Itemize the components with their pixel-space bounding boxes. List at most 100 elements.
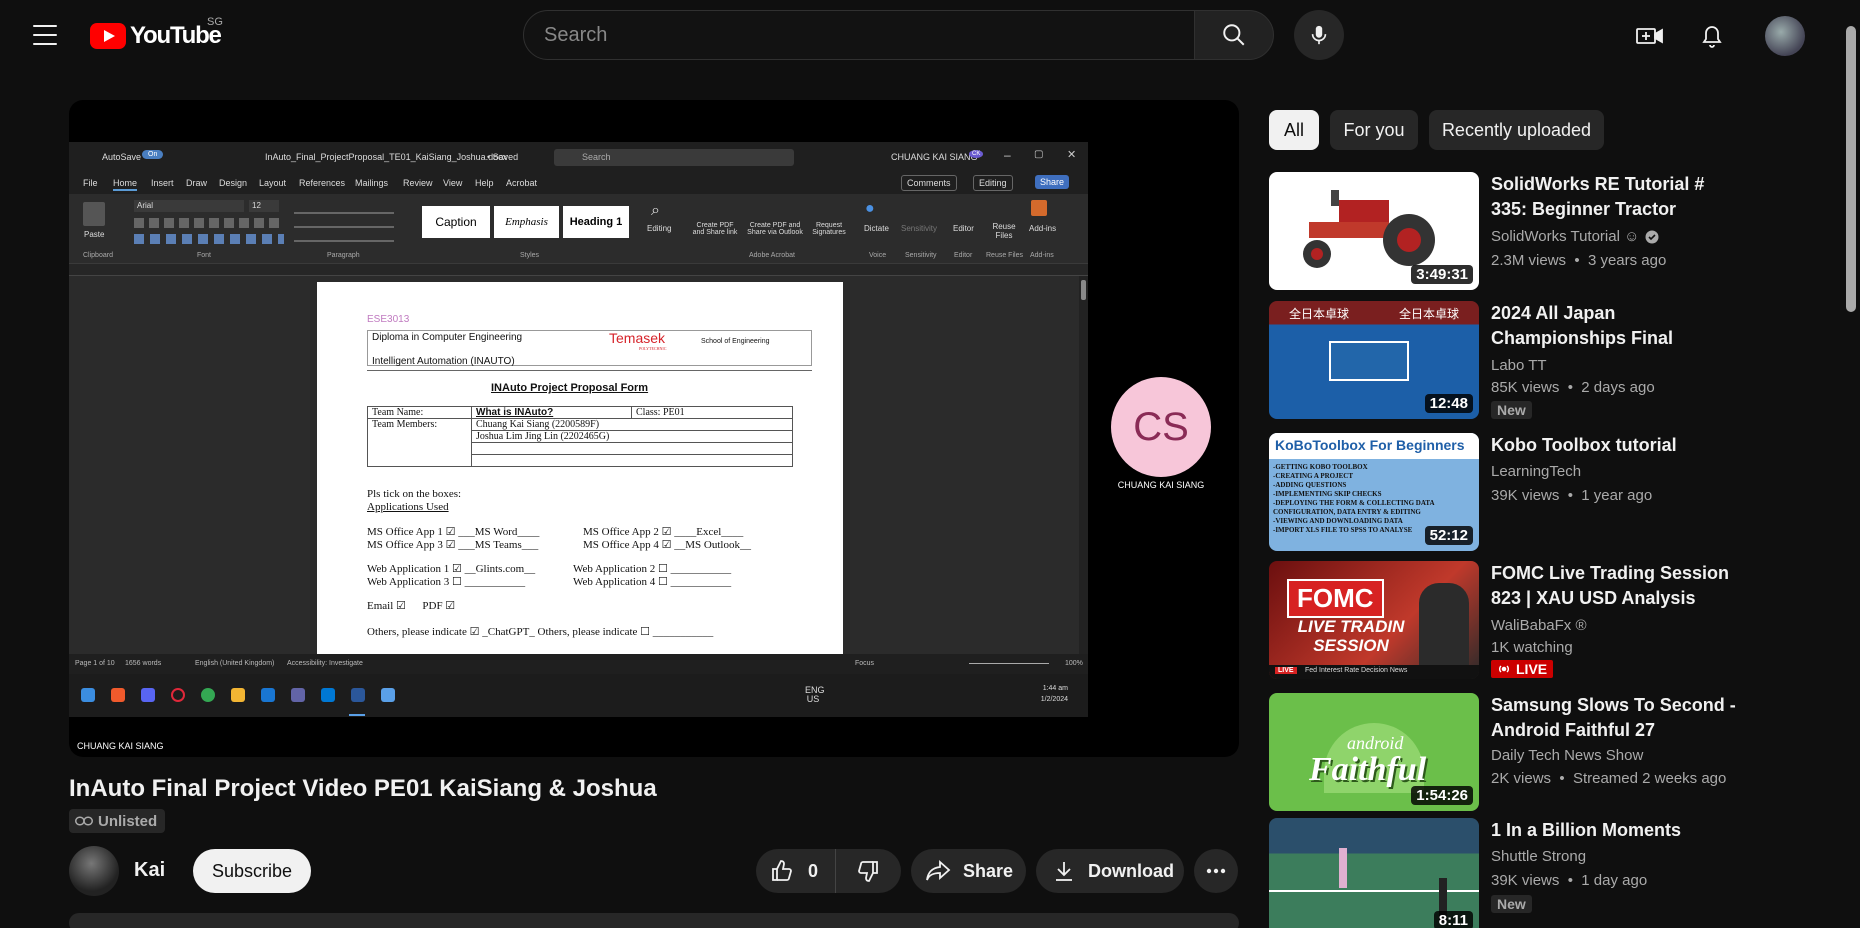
doc-row5: Email ☑ PDF ☑ — [367, 600, 456, 612]
ticker-live: LIVE — [1275, 667, 1297, 674]
notifications-button[interactable] — [1694, 18, 1730, 54]
group-reuse-files: Reuse Files — [986, 252, 1023, 259]
download-button[interactable]: Download — [1036, 849, 1184, 893]
video-thumbnail[interactable]: KoBoToolbox For Beginners -GETTING KOBO … — [1269, 433, 1479, 551]
recommendation-item[interactable]: 3:49:31 SolidWorks RE Tutorial # 335: Be… — [1269, 172, 1739, 290]
thumbnail-text-2: 全日本卓球 — [1399, 307, 1460, 321]
channel-name[interactable]: LearningTech — [1491, 463, 1581, 480]
windows-taskbar: ENG US 1:44 am 1/2/2024 — [69, 674, 1088, 717]
class-cell: Class: PE01 — [631, 406, 793, 419]
menu-file: File — [83, 178, 98, 188]
video-player[interactable]: AutoSave On InAuto_Final_ProjectProposal… — [69, 100, 1239, 757]
search-input[interactable] — [544, 23, 1194, 47]
more-horizontal-icon — [1206, 868, 1226, 874]
live-trading-text: LIVE TRADIN SESSION — [1297, 617, 1405, 655]
video-thumbnail[interactable]: 3:49:31 — [1269, 172, 1479, 290]
channel-avatar[interactable] — [69, 846, 119, 896]
channel-name[interactable]: Daily Tech News Show — [1491, 747, 1643, 764]
recommendation-item[interactable]: android Faithful 1:54:26 Samsung Slows T… — [1269, 693, 1739, 811]
like-button[interactable]: 0 — [756, 849, 836, 893]
video-title-link[interactable]: SolidWorks RE Tutorial # 335: Beginner T… — [1491, 172, 1741, 222]
more-actions-button[interactable] — [1194, 849, 1238, 893]
presenter-figure — [1419, 583, 1469, 673]
channel-name[interactable]: Labo TT — [1491, 357, 1547, 374]
clock-date: 1/2/2024 — [1040, 696, 1068, 703]
windows-start-icon — [81, 688, 95, 702]
share-button[interactable]: Share — [911, 849, 1026, 893]
video-thumbnail[interactable]: android Faithful 1:54:26 — [1269, 693, 1479, 811]
video-thumbnail[interactable]: 全日本卓球 全日本卓球 12:48 — [1269, 301, 1479, 419]
video-title-link[interactable]: Samsung Slows To Second - Android Faithf… — [1491, 693, 1741, 743]
video-title-link[interactable]: FOMC Live Trading Session 823 | XAU USD … — [1491, 561, 1741, 611]
style-emphasis: Emphasis — [494, 206, 559, 238]
group-styles: Styles — [520, 252, 540, 259]
doc-diploma: Diploma in Computer Engineering — [372, 332, 523, 343]
download-label: Download — [1088, 860, 1174, 881]
channel-name[interactable]: Shuttle Strong — [1491, 848, 1586, 865]
create-button[interactable] — [1632, 18, 1668, 54]
chip-recently-uploaded[interactable]: Recently uploaded — [1429, 110, 1604, 150]
account-avatar[interactable] — [1765, 16, 1805, 56]
channel-name[interactable]: Kai — [134, 859, 165, 882]
create-video-icon — [1636, 28, 1663, 44]
topic-line: -ADDING QUESTIONS — [1273, 481, 1347, 489]
video-meta: 1K watching — [1491, 639, 1573, 656]
subscribe-button[interactable]: Subscribe — [193, 849, 311, 893]
topic-line: -VIEWING AND DOWNLOADING DATA — [1273, 517, 1403, 525]
doc-scrollbar — [1079, 276, 1088, 654]
ping-pong-table — [1329, 341, 1409, 381]
video-meta: 39K views • 1 year ago — [1491, 487, 1653, 504]
paste-icon — [83, 202, 105, 226]
recommendation-item[interactable]: 8:11 1 In a Billion Moments Shuttle Stro… — [1269, 818, 1739, 928]
live-badge-label: LIVE — [1516, 661, 1548, 677]
doc-apps-heading: Applications Used — [367, 501, 449, 513]
recommendation-item[interactable]: KoBoToolbox For Beginners -GETTING KOBO … — [1269, 433, 1739, 551]
kobo-topics: -GETTING KOBO TOOLBOX -CREATING A PROJEC… — [1273, 463, 1473, 535]
doc-tick-instruction: Pls tick on the boxes: — [367, 488, 462, 500]
video-title-link[interactable]: Kobo Toolbox tutorial — [1491, 433, 1741, 458]
thumbs-down-icon — [858, 861, 878, 882]
group-add-ins: Add-ins — [1030, 252, 1054, 259]
search-box[interactable] — [523, 10, 1195, 60]
video-thumbnail[interactable]: FOMC LIVE TRADIN SESSION LIVE Fed Intere… — [1269, 561, 1479, 679]
menu-insert: Insert — [151, 178, 174, 188]
menu-help: Help — [475, 178, 494, 188]
menu-icon[interactable] — [28, 22, 62, 48]
topic-line: -IMPLEMENTING SKIP CHECKS — [1273, 490, 1382, 498]
page-scrollbar[interactable] — [1846, 26, 1856, 312]
channel-name[interactable]: WaliBabaFx ® — [1491, 617, 1587, 634]
chip-all[interactable]: All — [1269, 110, 1319, 150]
description-box[interactable] — [69, 913, 1239, 928]
team-name-value: What is INAuto? — [471, 406, 632, 419]
sensitivity-label: Sensitivity — [901, 224, 938, 233]
mail-icon — [261, 688, 275, 702]
search-button[interactable] — [1194, 10, 1274, 60]
recommendation-item[interactable]: 全日本卓球 全日本卓球 12:48 2024 All Japan Champio… — [1269, 301, 1739, 419]
paragraph-icons — [294, 202, 394, 242]
minimize-icon: – — [1004, 148, 1011, 162]
video-duration: 8:11 — [1433, 911, 1473, 928]
word-title-bar: AutoSave On InAuto_Final_ProjectProposal… — [69, 142, 1088, 172]
like-dislike-group: 0 — [756, 849, 901, 893]
dislike-button[interactable] — [836, 849, 900, 893]
ticker-bar: LIVE Fed Interest Rate Decision News — [1269, 665, 1479, 679]
word-ribbon: Paste Arial 12 Caption Emphasis Heading … — [69, 194, 1088, 264]
video-thumbnail[interactable]: 8:11 — [1269, 818, 1479, 928]
channel-name[interactable]: SolidWorks Tutorial ☺ — [1491, 228, 1639, 245]
video-title-link[interactable]: 2024 All Japan Championships Final Tomok… — [1491, 301, 1741, 351]
menu-acrobat: Acrobat — [506, 178, 538, 188]
country-code: SG — [207, 16, 223, 28]
voice-search-button[interactable] — [1294, 10, 1344, 60]
new-badge: New — [1491, 895, 1532, 913]
youtube-logo[interactable]: YouTube — [90, 20, 222, 52]
recommendation-item[interactable]: FOMC LIVE TRADIN SESSION LIVE Fed Intere… — [1269, 561, 1739, 679]
font-format-icons — [134, 218, 284, 228]
video-title-link[interactable]: 1 In a Billion Moments — [1491, 818, 1741, 843]
download-icon — [1056, 862, 1072, 881]
kobo-banner: KoBoToolbox For Beginners — [1269, 433, 1479, 459]
saved-status: • Saved — [487, 152, 519, 162]
document-canvas: ESE3013 Diploma in Computer Engineering … — [69, 276, 1088, 654]
doc-subject: Intelligent Automation (INAUTO) — [372, 356, 515, 367]
screen-share: AutoSave On InAuto_Final_ProjectProposal… — [69, 142, 1088, 717]
chip-for-you[interactable]: For you — [1330, 110, 1418, 150]
